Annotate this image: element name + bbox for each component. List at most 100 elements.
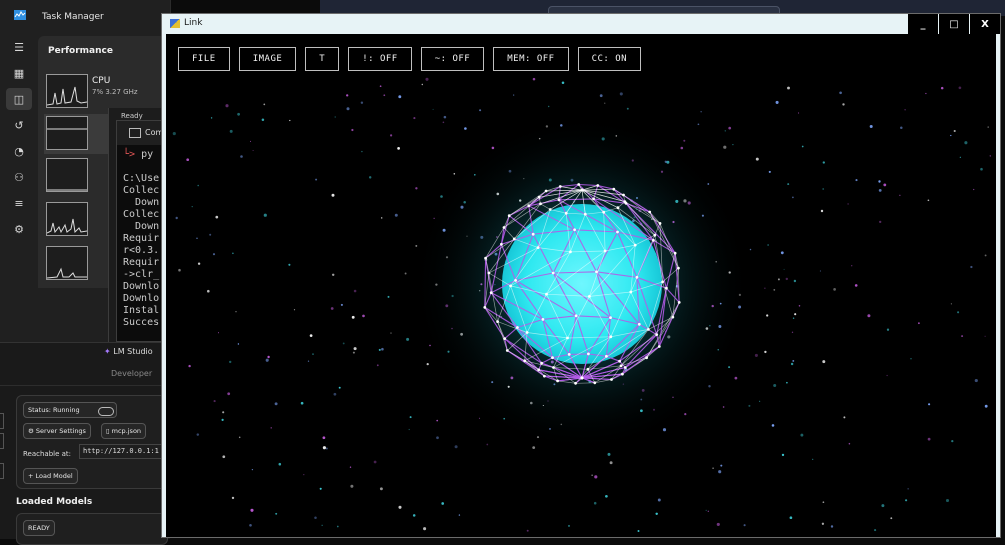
memory-toggle-button[interactable]: MEM: OFF bbox=[493, 47, 569, 71]
star bbox=[989, 155, 991, 157]
star bbox=[958, 86, 962, 90]
wireframe-vertex bbox=[580, 376, 584, 380]
status-badge[interactable]: Status: Running bbox=[23, 402, 117, 418]
file-button[interactable]: FILE bbox=[178, 47, 230, 71]
star bbox=[637, 530, 640, 532]
star bbox=[657, 498, 661, 502]
wireframe-vertex bbox=[483, 306, 487, 309]
star bbox=[263, 213, 267, 217]
close-button[interactable]: X bbox=[969, 14, 1000, 34]
star bbox=[848, 442, 851, 445]
star bbox=[883, 183, 887, 187]
tab-developer[interactable]: Developer bbox=[111, 369, 152, 378]
star bbox=[777, 278, 780, 281]
link-toolbar: FILE IMAGE T !: OFF ~: OFF MEM: OFF CC: ON bbox=[178, 47, 642, 71]
wave-toggle-button[interactable]: ~: OFF bbox=[420, 47, 485, 71]
load-model-button[interactable]: + Load Model bbox=[23, 468, 78, 484]
star bbox=[839, 91, 842, 95]
server-settings-button[interactable]: ⚙ Server Settings bbox=[23, 423, 91, 439]
wireframe-vertex bbox=[635, 275, 639, 279]
wireframe-vertex bbox=[653, 233, 657, 237]
star bbox=[712, 467, 714, 470]
startup-apps-icon[interactable]: ◔ bbox=[6, 140, 32, 162]
text-button[interactable]: T bbox=[305, 47, 340, 71]
star bbox=[821, 522, 825, 525]
wireframe-vertex bbox=[537, 368, 541, 372]
star bbox=[352, 351, 355, 354]
wireframe-vertex bbox=[592, 197, 595, 201]
star bbox=[792, 317, 795, 319]
star bbox=[300, 401, 304, 405]
star bbox=[229, 360, 232, 364]
star bbox=[390, 134, 393, 137]
lm-studio-window: ✦ LM Studio Developer Status: Running ⚙ … bbox=[0, 342, 174, 545]
star bbox=[342, 342, 345, 345]
users-icon[interactable]: ⚇ bbox=[6, 166, 32, 188]
star bbox=[764, 350, 767, 354]
star bbox=[723, 145, 727, 149]
details-icon[interactable]: ≡ bbox=[6, 192, 32, 214]
star bbox=[605, 494, 608, 498]
visualization-canvas[interactable]: FILE IMAGE T !: OFF ~: OFF MEM: OFF CC: ON bbox=[166, 34, 994, 533]
ready-badge: READY bbox=[23, 520, 55, 536]
server-toggle[interactable] bbox=[98, 407, 114, 416]
prompt-command: py bbox=[141, 149, 154, 160]
wireframe-vertex bbox=[512, 237, 516, 241]
star bbox=[315, 178, 318, 181]
star bbox=[408, 428, 410, 431]
perf-item-cpu[interactable]: CPU 7% 3.27 GHz bbox=[44, 72, 166, 112]
mcp-json-button[interactable]: ▯ mcp.json bbox=[101, 423, 147, 439]
star bbox=[443, 115, 447, 119]
app-history-icon[interactable]: ↺ bbox=[6, 114, 32, 136]
star bbox=[890, 517, 893, 520]
star bbox=[381, 347, 384, 351]
star bbox=[379, 487, 383, 491]
star bbox=[231, 496, 235, 500]
star bbox=[222, 411, 225, 414]
minimize-button[interactable]: _ bbox=[908, 14, 938, 34]
maximize-button[interactable]: □ bbox=[938, 14, 969, 34]
services-icon[interactable]: ⚙ bbox=[6, 218, 32, 240]
star bbox=[398, 95, 402, 99]
star bbox=[878, 188, 882, 192]
star bbox=[237, 112, 240, 116]
wireframe-vertex bbox=[665, 286, 668, 290]
output-line: Downlo bbox=[123, 293, 160, 304]
image-button[interactable]: IMAGE bbox=[238, 47, 297, 71]
performance-icon[interactable]: ◫ bbox=[6, 88, 32, 110]
wireframe-vertex bbox=[645, 356, 648, 360]
star bbox=[683, 139, 686, 142]
python-app-icon bbox=[170, 19, 180, 28]
wireframe-vertex bbox=[658, 222, 662, 225]
sidebar-collapse-tab[interactable] bbox=[0, 463, 4, 479]
star bbox=[940, 86, 944, 90]
star bbox=[794, 313, 797, 316]
star bbox=[900, 126, 903, 130]
hamburger-menu-icon[interactable]: ☰ bbox=[6, 36, 32, 58]
star bbox=[593, 501, 597, 505]
wireframe-vertex bbox=[583, 212, 587, 216]
star bbox=[792, 359, 795, 362]
star bbox=[961, 335, 964, 338]
output-line: Down bbox=[123, 221, 160, 232]
star bbox=[594, 475, 598, 479]
star bbox=[754, 353, 758, 357]
wireframe-vertex bbox=[637, 322, 641, 326]
star bbox=[413, 117, 416, 120]
output-line: Requir bbox=[123, 233, 160, 244]
server-url-field[interactable]: http://127.0.0.1:1 bbox=[79, 444, 174, 459]
sidebar-collapse-tab[interactable] bbox=[0, 433, 4, 449]
wireframe-vertex bbox=[602, 210, 606, 214]
alert-toggle-button[interactable]: !: OFF bbox=[348, 47, 412, 71]
star bbox=[415, 187, 418, 190]
divider bbox=[0, 385, 170, 386]
star bbox=[951, 439, 954, 443]
star bbox=[303, 474, 305, 476]
output-line: Succes bbox=[123, 317, 160, 328]
sidebar-collapse-tab[interactable] bbox=[0, 413, 4, 429]
cc-toggle-button[interactable]: CC: ON bbox=[577, 47, 642, 71]
star bbox=[307, 360, 310, 362]
star bbox=[336, 525, 339, 528]
processes-icon[interactable]: ▦ bbox=[6, 62, 32, 84]
link-titlebar: Link _ □ X bbox=[162, 14, 1000, 34]
